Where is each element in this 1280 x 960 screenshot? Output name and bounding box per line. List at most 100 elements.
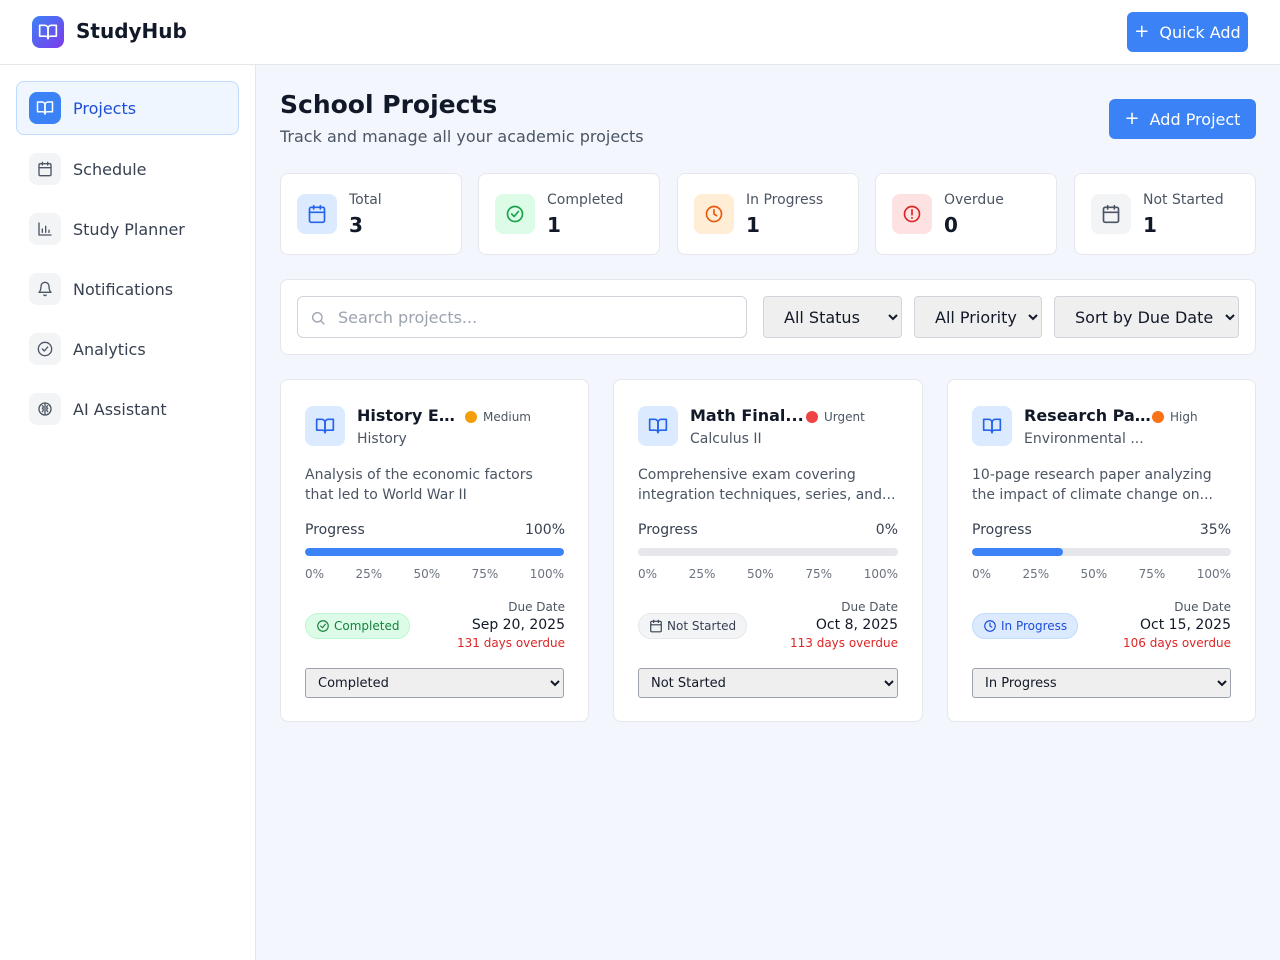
status-badge: Completed — [305, 613, 411, 639]
calendar-icon — [1091, 194, 1131, 234]
status-select[interactable]: Not Started — [638, 668, 898, 698]
sidebar-item-ai-assistant[interactable]: AI Assistant — [16, 382, 239, 436]
progress-bar — [638, 548, 898, 556]
stat-card-total: Total 3 — [280, 173, 462, 255]
add-project-button[interactable]: + Add Project — [1109, 99, 1256, 139]
overdue-text: 131 days overdue — [456, 636, 565, 650]
status-select[interactable]: Completed — [305, 668, 564, 698]
progress-fill — [972, 548, 1063, 556]
project-description: 10-page research paper analyzing the imp… — [972, 467, 1214, 503]
due-date: Oct 15, 2025 — [1140, 617, 1231, 633]
priority-dot — [806, 411, 818, 423]
priority-dot — [465, 411, 477, 423]
sort-select[interactable]: Sort by Due Date — [1054, 296, 1239, 338]
tick-label: 0% — [638, 567, 658, 581]
sidebar-item-projects[interactable]: Projects — [16, 81, 239, 135]
check-circle-icon — [29, 333, 61, 365]
tick-label: 75% — [805, 567, 833, 581]
sidebar-item-label: Notifications — [73, 279, 174, 299]
project-subject: Environmental ... — [1024, 431, 1144, 447]
page-subtitle: Track and manage all your academic proje… — [280, 127, 644, 146]
project-description: Comprehensive exam covering integration … — [638, 467, 896, 503]
quick-add-label: Quick Add — [1159, 22, 1241, 42]
project-description: Analysis of the economic factors that le… — [305, 467, 533, 503]
studyhub-logo-icon — [32, 16, 64, 48]
progress-percent: 100% — [524, 522, 565, 538]
progress-ticks: 0% 25% 50% 75% 100% — [972, 567, 1231, 581]
stat-card-overdue: Overdue 0 — [875, 173, 1057, 255]
calendar-icon — [650, 619, 662, 633]
book-open-icon — [638, 406, 678, 446]
clock-icon — [984, 620, 996, 632]
book-open-icon — [305, 406, 345, 446]
priority-filter-select[interactable]: All Priority — [914, 296, 1042, 338]
plus-icon: + — [1134, 21, 1150, 42]
calendar-icon — [297, 194, 337, 234]
sidebar-item-label: Study Planner — [73, 219, 185, 239]
sidebar-item-label: Schedule — [73, 159, 147, 179]
brand-name: StudyHub — [76, 19, 187, 43]
status-filter-select[interactable]: All Status — [763, 296, 902, 338]
sidebar-item-schedule[interactable]: Schedule — [16, 142, 239, 196]
stat-label: Overdue — [944, 192, 1004, 208]
tick-label: 75% — [1138, 567, 1166, 581]
due-date: Oct 8, 2025 — [815, 617, 898, 633]
progress-ticks: 0% 25% 50% 75% 100% — [305, 567, 564, 581]
status-badge-label: Completed — [334, 619, 400, 633]
tick-label: 25% — [688, 567, 716, 581]
sidebar-item-notifications[interactable]: Notifications — [16, 262, 239, 316]
priority-label: High — [1170, 410, 1198, 424]
progress-label: Progress — [638, 522, 698, 538]
project-card[interactable]: Research Pa... High Environmental ... 10… — [947, 379, 1256, 722]
tick-label: 100% — [529, 567, 564, 581]
add-project-label: Add Project — [1149, 109, 1241, 129]
project-card[interactable]: Math Final... Urgent Calculus II Compreh… — [613, 379, 923, 722]
tick-label: 50% — [747, 567, 774, 581]
progress-percent: 35% — [1199, 522, 1231, 538]
status-badge: In Progress — [972, 613, 1079, 639]
stat-card-completed: Completed 1 — [478, 173, 660, 255]
plus-icon: + — [1124, 108, 1140, 129]
bell-icon — [29, 273, 61, 305]
project-title: History E... — [357, 406, 457, 425]
alert-circle-icon — [892, 194, 932, 234]
priority-indicator: High — [1152, 410, 1198, 424]
tick-label: 100% — [1196, 567, 1231, 581]
tick-label: 0% — [972, 567, 992, 581]
stat-label: In Progress — [746, 192, 824, 208]
project-card[interactable]: History E... Medium History Analysis of … — [280, 379, 589, 722]
project-title: Math Final... — [690, 406, 804, 425]
project-subject: History — [357, 431, 407, 447]
priority-dot — [1152, 411, 1164, 423]
sidebar-item-label: Projects — [73, 98, 137, 118]
due-date-label: Due Date — [508, 600, 565, 614]
overdue-text: 106 days overdue — [1122, 636, 1231, 650]
tick-label: 50% — [413, 567, 441, 581]
priority-indicator: Urgent — [806, 410, 865, 424]
stat-value: 1 — [547, 213, 561, 237]
progress-label: Progress — [972, 522, 1032, 538]
sidebar-item-analytics[interactable]: Analytics — [16, 322, 239, 376]
stat-value: 1 — [1143, 213, 1157, 237]
stat-value: 1 — [746, 213, 760, 237]
tick-label: 75% — [471, 567, 499, 581]
filter-bar: All Status All Priority Sort by Due Date — [280, 279, 1256, 355]
progress-bar — [972, 548, 1231, 556]
check-circle-icon — [495, 194, 535, 234]
clock-icon — [694, 194, 734, 234]
stat-label: Not Started — [1143, 192, 1224, 208]
book-open-icon — [972, 406, 1012, 446]
status-select[interactable]: In Progress — [972, 668, 1231, 698]
quick-add-button[interactable]: + Quick Add — [1127, 12, 1248, 52]
progress-percent: 0% — [875, 522, 898, 538]
search-icon — [312, 312, 325, 325]
due-date-label: Due Date — [1174, 600, 1231, 614]
stat-label: Total — [349, 192, 382, 208]
priority-indicator: Medium — [465, 410, 531, 424]
tick-label: 0% — [305, 567, 325, 581]
status-badge: Not Started — [638, 613, 748, 639]
sidebar-item-study-planner[interactable]: Study Planner — [16, 202, 239, 256]
search-box — [297, 296, 747, 338]
search-input[interactable] — [338, 297, 738, 337]
stat-label: Completed — [547, 192, 624, 208]
